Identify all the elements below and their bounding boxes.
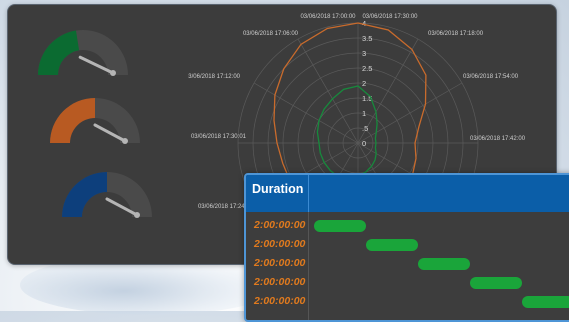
duration-row: 2:00:00:00 xyxy=(246,273,569,292)
radar-tick-label: .5 xyxy=(362,124,368,133)
gauge-green-hub xyxy=(110,70,116,76)
duration-bar[interactable] xyxy=(314,220,366,232)
radar-tick-label: 2 xyxy=(362,79,366,88)
radar-tick-label: 2.5 xyxy=(362,64,372,73)
gauge-green-fill xyxy=(38,30,80,75)
gauge-blue-fill xyxy=(62,172,107,217)
duration-row: 2:00:00:00 xyxy=(246,292,569,311)
duration-label: 2:00:00:00 xyxy=(254,219,306,231)
radar-axis-label: 03/06/2018 17:30:00 xyxy=(362,14,418,20)
duration-label: 2:00:00:00 xyxy=(254,276,306,288)
duration-panel: Duration 2:00:00:00 2:00:00:00 2:00:00:0… xyxy=(244,173,569,322)
radar-axis-label: 03/06/2018 17:54:00 xyxy=(463,74,519,80)
duration-title: Duration xyxy=(252,182,304,196)
duration-row: 2:00:00:00 xyxy=(246,235,569,254)
duration-bar[interactable] xyxy=(470,277,522,289)
radar-axis-label: 03/06/2018 17:30:01 xyxy=(191,134,247,140)
radar-axis-label: 03/06/2018 17:18:00 xyxy=(428,31,484,37)
header-divider xyxy=(308,175,309,212)
gauge-orange xyxy=(40,93,150,153)
gauge-blue xyxy=(52,167,162,227)
gauge-orange-hub xyxy=(122,138,128,144)
duration-label: 2:00:00:00 xyxy=(254,295,306,307)
duration-bar[interactable] xyxy=(522,296,569,308)
duration-bar[interactable] xyxy=(418,258,470,270)
gauge-orange-fill xyxy=(50,98,95,143)
radar-tick-label: 3 xyxy=(362,49,366,58)
duration-bar[interactable] xyxy=(366,239,418,251)
duration-row: 2:00:00:00 xyxy=(246,216,569,235)
duration-header: Duration xyxy=(246,175,569,212)
radar-tick-label: 1 xyxy=(362,109,366,118)
radar-axis-label: 03/06/2018 17:12:00 xyxy=(188,74,241,80)
duration-label: 2:00:00:00 xyxy=(254,238,306,250)
gauge-blue-hub xyxy=(134,212,140,218)
radar-tick-label: 3.5 xyxy=(362,34,372,43)
radar-axis-label: 03/06/2018 17:06:00 xyxy=(243,31,299,37)
duration-row: 2:00:00:00 xyxy=(246,254,569,273)
radar-axis-label: 03/06/2018 17:42:00 xyxy=(470,136,526,142)
radar-axis-label: 03/06/2018 17:00:00 xyxy=(300,14,356,20)
radar-tick-label: 0 xyxy=(362,139,366,148)
duration-label: 2:00:00:00 xyxy=(254,257,306,269)
gauge-green xyxy=(28,25,138,85)
